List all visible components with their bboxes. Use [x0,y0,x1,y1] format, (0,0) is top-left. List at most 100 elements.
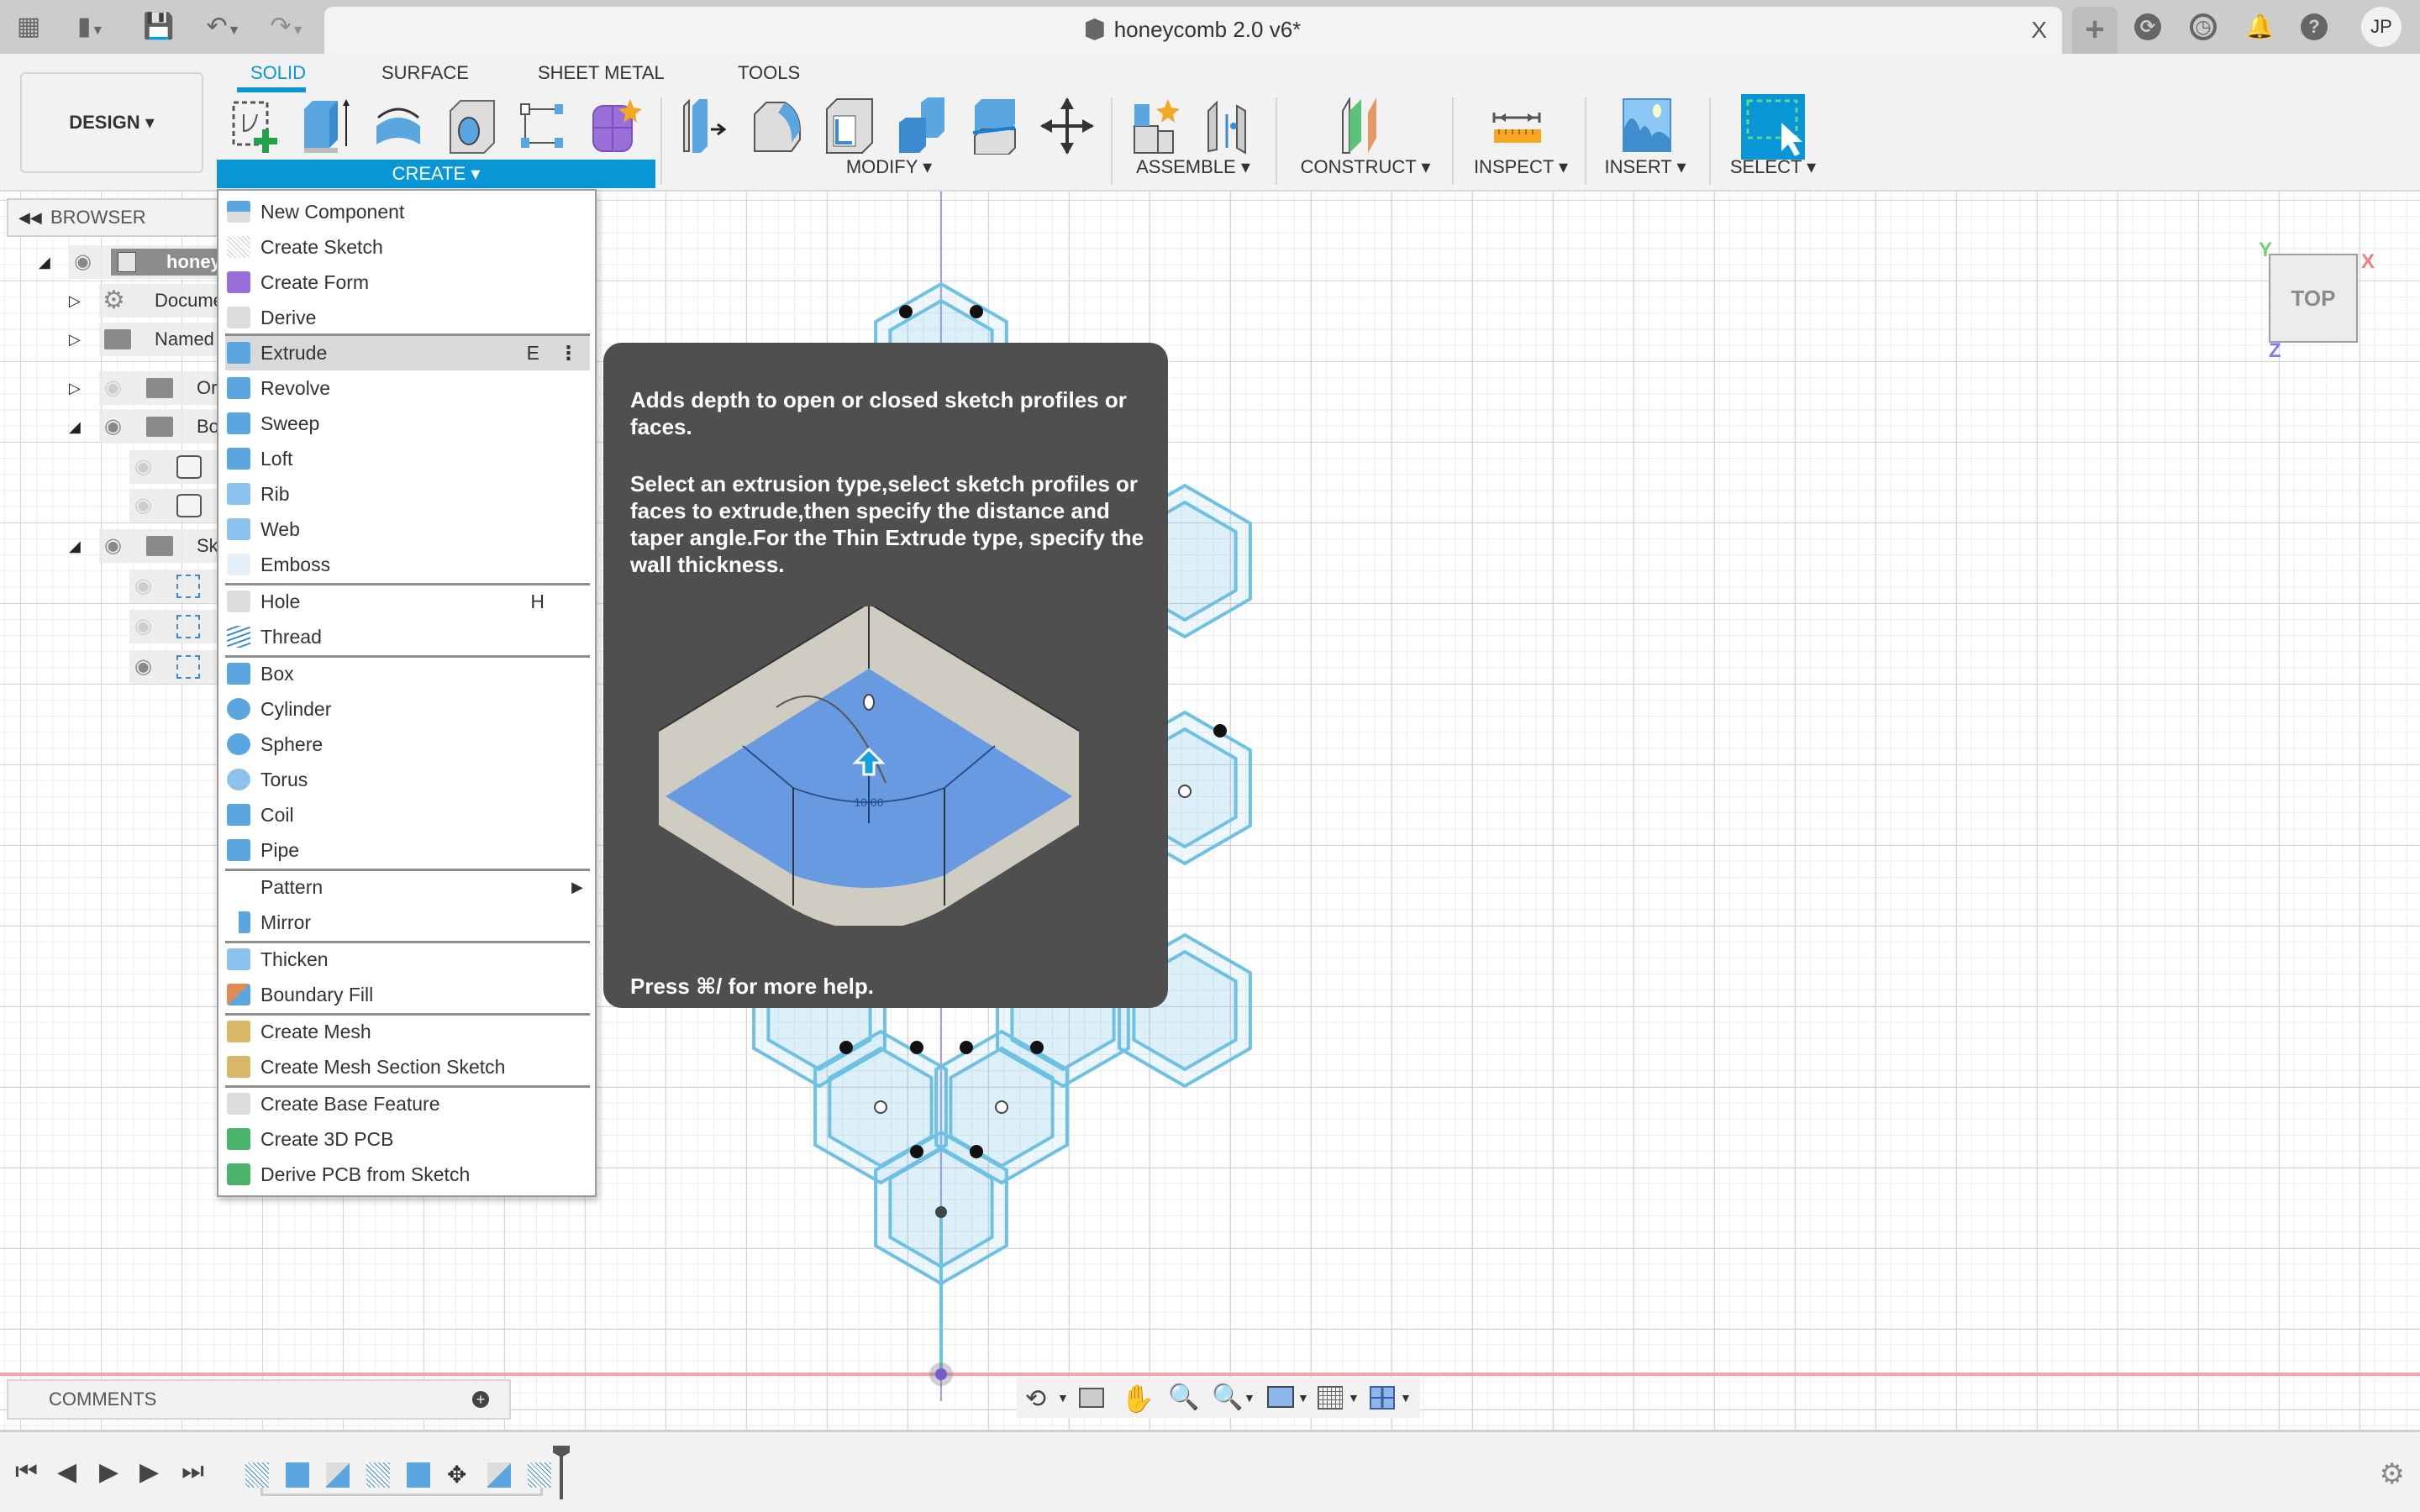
comments-panel[interactable]: COMMENTS + [7,1379,511,1420]
visibility-hidden-icon[interactable]: ◉ [104,371,122,405]
create-menu-button[interactable]: CREATE ▾ [217,160,655,188]
add-comment-icon[interactable]: + [472,1391,489,1408]
menu-item-create-form[interactable]: Create Form [218,265,595,300]
pattern-icon[interactable] [516,97,570,155]
split-body-icon[interactable] [968,97,1022,155]
fit-window-icon[interactable]: 🔍 [1212,1383,1243,1412]
help-icon[interactable]: ? [2301,13,2328,40]
chevron-down-icon[interactable]: ▼ [1348,1391,1360,1404]
collapse-triangle-icon[interactable]: ◢ [69,529,81,563]
menu-item-thread[interactable]: Thread [218,619,595,654]
modify-menu-button[interactable]: MODIFY ▾ [805,156,973,178]
expand-triangle-icon[interactable]: ▷ [69,371,81,405]
timeline-sketch-icon[interactable] [528,1462,551,1488]
pan-hand-icon[interactable]: ✋ [1121,1383,1155,1415]
workspace-switcher[interactable]: DESIGN ▾ [20,72,203,173]
menu-item-derive-pcb-from-sketch[interactable]: Derive PCB from Sketch [218,1157,595,1192]
chevron-down-icon[interactable]: ▼ [1400,1391,1412,1404]
browser-row-body[interactable]: ◉ [0,450,227,484]
timeline-move-icon[interactable]: ✥ [447,1462,471,1488]
menu-item-revolve[interactable]: Revolve [218,370,595,406]
timeline-marker-handle[interactable] [553,1446,570,1457]
redo-button[interactable]: ↷▼ [264,12,311,42]
menu-item-extrude[interactable]: Extrude E ⋮ [225,335,590,370]
browser-row-sketch[interactable]: ◉ [0,650,227,684]
timeline-fillet-icon[interactable] [487,1462,511,1488]
menu-item-pattern[interactable]: Pattern ▶ [218,869,595,905]
look-at-icon[interactable] [1079,1388,1104,1408]
step-forward-icon[interactable]: ▶ [139,1457,159,1487]
step-back-icon[interactable]: ◀ [57,1457,76,1487]
visibility-eye-icon[interactable]: ◉ [74,245,92,279]
shell-icon[interactable] [823,97,877,155]
zoom-icon[interactable]: 🔍 [1168,1383,1199,1412]
menu-item-create-base-feature[interactable]: Create Base Feature [218,1086,595,1121]
move-copy-icon[interactable] [1040,97,1094,155]
insert-menu-button[interactable]: INSERT ▾ [1595,156,1696,178]
close-tab-button[interactable]: X [2031,17,2047,44]
visibility-eye-icon[interactable]: ◉ [104,410,122,444]
combine-icon[interactable] [896,97,950,155]
menu-item-create-sketch[interactable]: Create Sketch [218,229,595,265]
menu-item-derive[interactable]: Derive [218,300,595,335]
tab-solid[interactable]: SOLID [250,62,306,84]
create-sketch-icon[interactable] [229,97,282,155]
menu-item-torus[interactable]: Torus [218,762,595,797]
select-tool-icon[interactable] [1741,94,1805,160]
go-to-start-icon[interactable]: ⏮ [15,1457,38,1486]
menu-item-coil[interactable]: Coil [218,797,595,832]
hole-icon[interactable] [445,97,499,155]
timeline-settings-gear-icon[interactable]: ⚙ [2380,1457,2405,1491]
timeline-sketch-icon[interactable] [245,1462,269,1488]
browser-panel-header[interactable]: ◀◀ BROWSER [7,198,227,237]
job-status-icon[interactable]: ◷ [2190,13,2217,40]
browser-row-bodies[interactable]: ◢ ◉ Bodies [0,410,227,444]
visibility-hidden-icon[interactable]: ◉ [134,489,152,522]
save-icon[interactable]: 💾 [143,12,174,42]
menu-item-sweep[interactable]: Sweep [218,406,595,441]
chevron-down-icon[interactable]: ▼ [1057,1391,1069,1404]
browser-row-body[interactable]: ◉ [0,489,227,522]
new-tab-button[interactable]: + [2072,7,2118,54]
menu-item-create-mesh-section-sketch[interactable]: Create Mesh Section Sketch [218,1049,595,1084]
insert-image-icon[interactable] [1620,97,1674,155]
go-to-end-icon[interactable]: ⏭ [182,1457,204,1486]
timeline-extrude-icon[interactable] [286,1462,309,1488]
press-pull-icon[interactable] [679,97,733,155]
chevron-down-icon[interactable]: ▼ [1297,1391,1309,1404]
apps-grid-icon[interactable]: ▦ [13,12,44,42]
menu-item-rib[interactable]: Rib [218,476,595,512]
menu-item-cylinder[interactable]: Cylinder [218,691,595,727]
tab-surface[interactable]: SURFACE [381,62,469,84]
collapse-triangle-icon[interactable]: ◢ [69,410,81,444]
select-menu-button[interactable]: SELECT ▾ [1721,156,1825,178]
menu-item-sphere[interactable]: Sphere [218,727,595,762]
viewports-icon[interactable] [1370,1386,1395,1410]
browser-row-sketch[interactable]: ◉ [0,610,227,643]
grid-snap-icon[interactable] [1318,1386,1343,1410]
menu-item-emboss[interactable]: Emboss [218,547,595,582]
menu-item-pipe[interactable]: Pipe [218,832,595,868]
menu-item-hole[interactable]: Hole H [218,584,595,619]
visibility-eye-icon[interactable]: ◉ [104,529,122,563]
document-tab[interactable]: honeycomb 2.0 v6* X [324,7,2062,54]
timeline-extrude-icon[interactable] [407,1462,430,1488]
create-form-icon[interactable] [588,97,642,155]
visibility-hidden-icon[interactable]: ◉ [134,610,152,643]
browser-row-named-views[interactable]: ▷ Named Views [0,323,227,356]
display-settings-icon[interactable] [1267,1386,1294,1408]
tab-sheet-metal[interactable]: SHEET METAL [538,62,665,84]
menu-item-create-mesh[interactable]: Create Mesh [218,1014,595,1049]
menu-item-new-component[interactable]: New Component [218,194,595,229]
menu-item-web[interactable]: Web [218,512,595,547]
measure-icon[interactable] [1491,97,1544,155]
new-component-icon[interactable] [1131,97,1185,155]
menu-item-create-3d-pcb[interactable]: Create 3D PCB [218,1121,595,1157]
assemble-menu-button[interactable]: ASSEMBLE ▾ [1118,156,1269,178]
extensions-icon[interactable]: ⟳ [2134,13,2161,40]
joint-icon[interactable] [1203,97,1257,155]
notifications-icon[interactable]: 🔔 [2245,12,2275,42]
expand-triangle-icon[interactable]: ▷ [69,323,81,356]
menu-item-thicken[interactable]: Thicken [218,942,595,977]
more-options-icon[interactable]: ⋮ [559,335,578,370]
